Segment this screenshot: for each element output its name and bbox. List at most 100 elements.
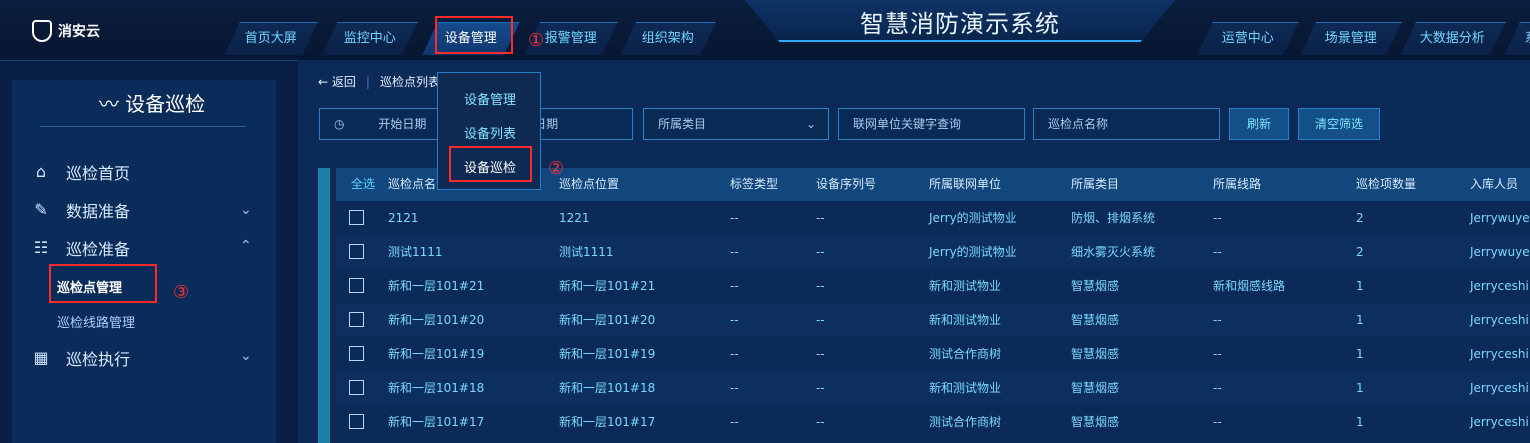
cell-point-location: 新和一层101#21 xyxy=(559,279,656,293)
cell-operator: Jerryceshi xyxy=(1470,313,1529,327)
cell-item-count: 1 xyxy=(1356,279,1364,293)
cell-category: 智慧烟感 xyxy=(1071,415,1120,429)
cell-point-name: 测试1111 xyxy=(388,245,443,259)
cell-route: 新和烟感线路 xyxy=(1213,279,1286,293)
nav-tab-monitor[interactable]: 监控中心 xyxy=(322,22,418,55)
cell-operator: Jerrywuyeq xyxy=(1470,245,1530,259)
table-row[interactable]: 新和一层101#18 新和一层101#18 -- -- 新和测试物业 智慧烟感 … xyxy=(336,371,1530,405)
cell-category: 智慧烟感 xyxy=(1071,381,1120,395)
nav-tab-big-data[interactable]: 大数据分析 xyxy=(1400,22,1506,55)
col-route: 所属线路 xyxy=(1213,177,1262,191)
cell-route: -- xyxy=(1213,415,1222,429)
table-accent-bar xyxy=(318,168,330,443)
col-tag-type: 标签类型 xyxy=(730,177,779,191)
logo-text: 消安云 xyxy=(58,24,100,40)
nav-tab-system[interactable]: 系 xyxy=(1504,22,1530,55)
sidebar-item-inspection-route-management[interactable]: 巡检线路管理 xyxy=(57,312,135,331)
breadcrumb-separator: | xyxy=(365,74,370,89)
cell-point-location: 新和一层101#20 xyxy=(559,313,656,327)
cell-unit: 测试合作商树 xyxy=(929,415,1002,429)
chevron-down-icon[interactable]: ⌄ xyxy=(240,348,252,364)
grid-icon: ▦ xyxy=(33,348,49,367)
cell-route: -- xyxy=(1213,381,1222,395)
cell-operator: Jerrywuyeq xyxy=(1470,211,1530,225)
cell-tag-type: -- xyxy=(730,245,739,259)
chevron-up-icon[interactable]: ⌃ xyxy=(240,238,252,254)
cell-tag-type: -- xyxy=(730,415,739,429)
top-bar: 消安云 首页大屏 监控中心 设备管理 报警管理 组织架构 智慧消防演示系统 运营… xyxy=(0,0,1530,61)
system-title: 智慧消防演示系统 xyxy=(860,10,1060,38)
cell-point-location: 新和一层101#19 xyxy=(559,347,656,361)
shield-logo-icon xyxy=(32,20,52,42)
nav-tab-scene[interactable]: 场景管理 xyxy=(1300,22,1402,55)
cell-route: -- xyxy=(1213,245,1222,259)
breadcrumb: ← 返回 | 巡检点列表 xyxy=(318,73,440,90)
dropdown-item-device-management[interactable]: 设备管理 xyxy=(438,89,542,108)
point-name-input[interactable]: 巡检点名称 xyxy=(1033,108,1220,140)
category-select[interactable]: 所属类目 ⌄ xyxy=(643,108,829,140)
sidebar-item-inspection-prep[interactable]: ☷ 巡检准备 xyxy=(32,236,130,260)
nav-tab-operations[interactable]: 运营中心 xyxy=(1197,22,1299,55)
select-all[interactable]: 全选 xyxy=(351,168,375,201)
row-checkbox[interactable] xyxy=(349,312,364,327)
cell-unit: 新和测试物业 xyxy=(929,381,1002,395)
cell-device-serial: -- xyxy=(816,279,825,293)
table-row[interactable]: 新和一层101#17 新和一层101#17 -- -- 测试合作商树 智慧烟感 … xyxy=(336,405,1530,439)
row-checkbox[interactable] xyxy=(349,414,364,429)
cell-point-location: 1221 xyxy=(559,211,590,225)
cell-device-serial: -- xyxy=(816,415,825,429)
cell-operator: Jerryceshi xyxy=(1470,279,1529,293)
cell-category: 防烟、排烟系统 xyxy=(1071,211,1156,225)
col-item-count: 巡检项数量 xyxy=(1356,177,1417,191)
row-checkbox[interactable] xyxy=(349,278,364,293)
table-row[interactable]: 新和一层101#19 新和一层101#19 -- -- 测试合作商树 智慧烟感 … xyxy=(336,337,1530,371)
cell-unit: Jerry的测试物业 xyxy=(929,245,1017,259)
checklist-icon: ☷ xyxy=(33,238,49,257)
highlight-box-2 xyxy=(449,146,532,182)
col-category: 所属类目 xyxy=(1071,177,1120,191)
col-device-serial: 设备序列号 xyxy=(816,177,877,191)
refresh-button[interactable]: 刷新 xyxy=(1229,108,1289,140)
cell-operator: Jerryceshi xyxy=(1470,415,1529,429)
cell-item-count: 1 xyxy=(1356,415,1364,429)
table-row[interactable]: 新和一层101#20 新和一层101#20 -- -- 新和测试物业 智慧烟感 … xyxy=(336,303,1530,337)
cell-tag-type: -- xyxy=(730,347,739,361)
sidebar-item-data-prep[interactable]: ✎ 数据准备 xyxy=(32,198,130,222)
nav-tab-dashboard[interactable]: 首页大屏 xyxy=(224,22,318,55)
annotation-mark-1: ① xyxy=(528,30,545,51)
cell-point-location: 新和一层101#18 xyxy=(559,381,656,395)
nav-tab-organization[interactable]: 组织架构 xyxy=(620,22,716,55)
clear-filter-button[interactable]: 清空筛选 xyxy=(1298,108,1380,140)
table-row[interactable]: 新和一层101#21 新和一层101#21 -- -- 新和测试物业 智慧烟感 … xyxy=(336,269,1530,303)
unit-keyword-input[interactable]: 联网单位关键字查询 xyxy=(838,108,1025,140)
sidebar: 〰 设备巡检 ⌂ 巡检首页 ✎ 数据准备 ⌄ ☷ 巡检准备 ⌃ 巡检点管理 巡检… xyxy=(12,80,276,443)
cell-category: 智慧烟感 xyxy=(1071,313,1120,327)
chevron-down-icon[interactable]: ⌄ xyxy=(240,202,252,218)
cell-item-count: 1 xyxy=(1356,347,1364,361)
sidebar-item-inspection-home[interactable]: ⌂ 巡检首页 xyxy=(32,160,130,184)
cell-category: 智慧烟感 xyxy=(1071,347,1120,361)
row-checkbox[interactable] xyxy=(349,210,364,225)
cell-operator: Jerryceshi xyxy=(1470,381,1529,395)
cell-item-count: 2 xyxy=(1356,211,1364,225)
row-checkbox[interactable] xyxy=(349,244,364,259)
dropdown-item-device-list[interactable]: 设备列表 xyxy=(438,123,542,142)
cell-point-name: 新和一层101#19 xyxy=(388,347,485,361)
col-point-name: 巡检点名 xyxy=(388,177,437,191)
cell-point-name: 新和一层101#17 xyxy=(388,415,485,429)
sidebar-item-inspection-execution[interactable]: ▦ 巡检执行 xyxy=(32,346,130,370)
cell-item-count: 2 xyxy=(1356,245,1364,259)
annotation-mark-3: ③ xyxy=(173,282,190,303)
cell-unit: 新和测试物业 xyxy=(929,313,1002,327)
document-edit-icon: ✎ xyxy=(34,200,48,219)
row-checkbox[interactable] xyxy=(349,346,364,361)
back-link[interactable]: ← 返回 xyxy=(318,73,356,90)
table-row[interactable]: 2121 1221 -- -- Jerry的测试物业 防烟、排烟系统 -- 2 … xyxy=(336,201,1530,235)
table-row[interactable]: 测试1111 测试1111 -- -- Jerry的测试物业 细水雾灭火系统 -… xyxy=(336,235,1530,269)
col-unit: 所属联网单位 xyxy=(929,177,1002,191)
cell-item-count: 1 xyxy=(1356,313,1364,327)
cell-point-name: 新和一层101#20 xyxy=(388,313,485,327)
cell-point-name: 新和一层101#21 xyxy=(388,279,485,293)
cell-tag-type: -- xyxy=(730,313,739,327)
row-checkbox[interactable] xyxy=(349,380,364,395)
